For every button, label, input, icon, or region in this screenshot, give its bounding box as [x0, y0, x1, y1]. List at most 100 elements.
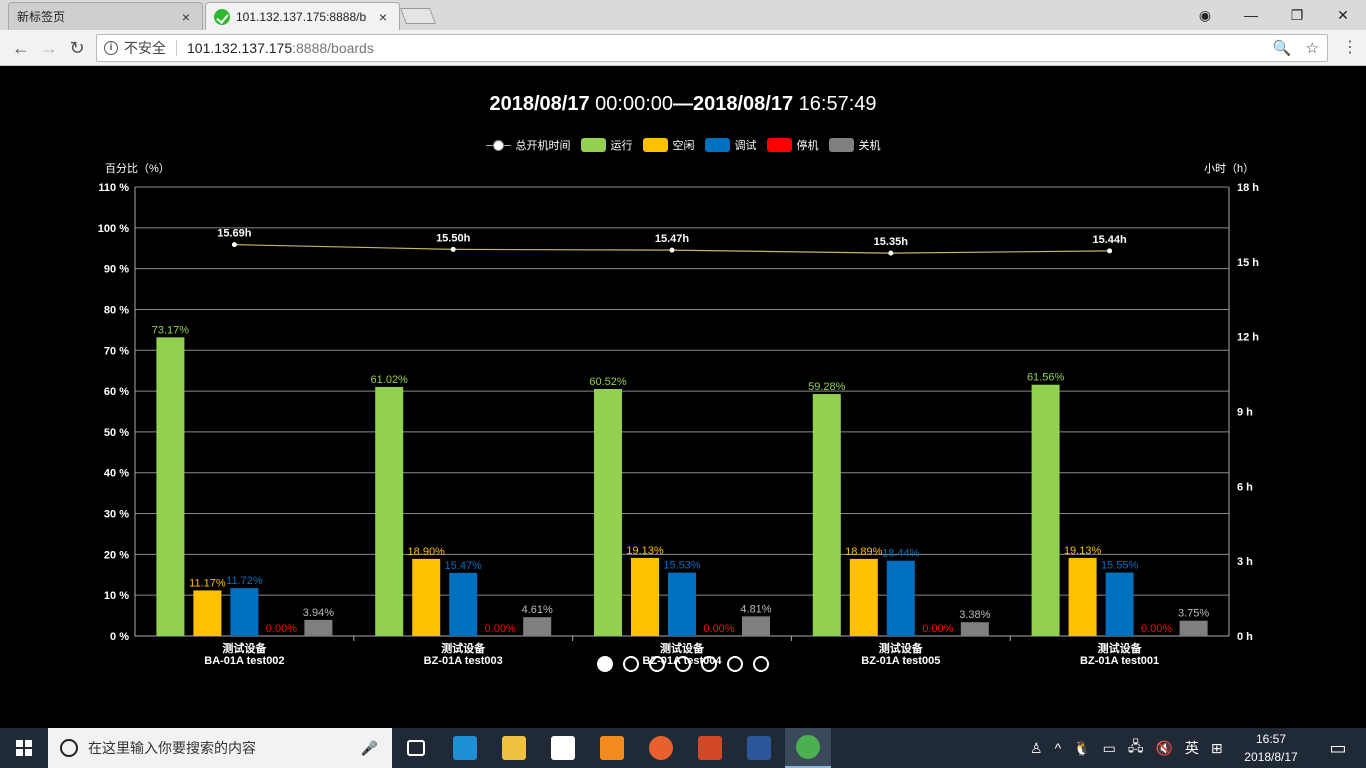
volume-muted-icon[interactable]: 🔇 [1155, 740, 1172, 757]
y-tick-label: 40 % [104, 468, 129, 480]
windows-logo-icon [16, 740, 32, 756]
bar-data-label: 4.61% [522, 604, 553, 616]
action-center-icon[interactable]: ▭ [1318, 728, 1358, 768]
carousel-dot[interactable] [675, 656, 691, 672]
show-hidden-icons-chevron-icon[interactable]: ^ [1055, 740, 1062, 756]
url-path[interactable]: :8888/boards [292, 40, 374, 56]
bar-关机 [960, 622, 989, 636]
line-point [1107, 248, 1113, 254]
new-tab-button[interactable] [400, 8, 436, 24]
bar-调试 [668, 572, 696, 636]
word-icon [747, 736, 771, 760]
taskbar-app-powerpoint[interactable] [687, 728, 733, 768]
tab-new-tab[interactable]: 新标签页 × [8, 2, 203, 30]
forward-button[interactable]: → [38, 37, 60, 59]
battery-icon[interactable]: ▭ [1103, 740, 1116, 757]
taskbar-app-firefox[interactable] [638, 728, 684, 768]
powerpoint-icon [698, 736, 722, 760]
bar-data-label: 18.44% [882, 548, 920, 560]
start-button[interactable] [0, 728, 48, 768]
y-tick-label: 60 % [104, 386, 129, 398]
line-data-label: 15.44h [1092, 234, 1127, 246]
browser-toolbar: ← → ↻ i 不安全 101.132.137.175:8888/boards … [0, 30, 1366, 66]
taskbar-app-chrome[interactable] [785, 728, 831, 768]
restore-button[interactable]: ❐ [1274, 0, 1320, 30]
people-icon[interactable]: ♙ [1030, 740, 1043, 757]
ime-language-indicator[interactable]: 英 [1185, 738, 1199, 758]
y2-tick-label: 6 h [1237, 481, 1253, 493]
chrome-icon [796, 735, 820, 759]
carousel-dot[interactable] [597, 656, 613, 672]
carousel-dot[interactable] [623, 656, 639, 672]
security-label[interactable]: 不安全 [124, 38, 166, 58]
back-button[interactable]: ← [10, 37, 32, 59]
profile-icon[interactable]: ◉ [1182, 0, 1228, 30]
bar-调试 [449, 572, 478, 636]
taskbar-app-outlook[interactable] [589, 728, 635, 768]
cortana-icon [60, 739, 78, 757]
ime-mode-icon[interactable]: ⊞ [1211, 740, 1223, 757]
url-host[interactable]: 101.132.137.175 [187, 40, 292, 56]
carousel-dot[interactable] [701, 656, 717, 672]
search-placeholder: 在这里输入你要搜索的内容 [88, 740, 256, 756]
bar-data-label: 15.55% [1101, 560, 1139, 572]
y2-tick-label: 3 h [1237, 556, 1253, 568]
taskbar-clock[interactable]: 16:57 2018/8/17 [1236, 730, 1306, 766]
y-tick-label: 50 % [104, 427, 129, 439]
firefox-icon [649, 736, 673, 760]
omnibox-actions: 🔍 ☆ [1273, 39, 1319, 57]
bookmark-star-icon[interactable]: ☆ [1306, 39, 1319, 57]
qq-icon[interactable]: 🐧 [1073, 740, 1090, 757]
y-tick-label: 80 % [104, 304, 129, 316]
line-data-label: 15.35h [874, 236, 909, 248]
bar-关机 [742, 616, 770, 636]
y-tick-label: 110 % [98, 182, 129, 194]
microphone-icon[interactable]: 🎤 [361, 740, 378, 757]
bar-data-label: 0.00% [922, 623, 953, 635]
taskbar-app-file-explorer[interactable] [491, 728, 537, 768]
zoom-icon[interactable]: 🔍 [1273, 39, 1292, 57]
carousel-pager [0, 656, 1366, 672]
bar-运行 [156, 337, 185, 636]
carousel-dot[interactable] [727, 656, 743, 672]
taskbar-search[interactable]: 在这里输入你要搜索的内容 🎤 [48, 728, 392, 768]
reload-button[interactable]: ↻ [66, 37, 88, 59]
bar-data-label: 19.13% [626, 545, 664, 557]
bar-data-label: 18.89% [845, 546, 883, 558]
tab-title: 101.132.137.175:8888/b [236, 9, 367, 24]
info-icon[interactable]: i [104, 41, 118, 55]
taskbar-app-edge[interactable] [442, 728, 488, 768]
window-close-button[interactable]: ✕ [1320, 0, 1366, 30]
browser-menu-icon[interactable]: ⋮ [1340, 38, 1360, 58]
bar-空闲 [412, 558, 441, 636]
close-icon[interactable]: × [178, 9, 194, 25]
bar-关机 [304, 619, 333, 636]
y-tick-label: 70 % [104, 345, 129, 357]
line-data-label: 15.47h [655, 233, 690, 245]
tab-boards[interactable]: 101.132.137.175:8888/b × [205, 2, 400, 30]
category-label: 测试设备 [879, 641, 924, 655]
carousel-dot[interactable] [753, 656, 769, 672]
category-label: 测试设备 [660, 641, 705, 655]
category-label: 测试设备 [1098, 641, 1143, 655]
minimize-button[interactable]: — [1228, 0, 1274, 30]
y-tick-label: 30 % [104, 509, 129, 521]
y-axis-title: 百分比（%） [105, 162, 170, 175]
carousel-dot[interactable] [649, 656, 665, 672]
bar-data-label: 0.00% [1141, 623, 1172, 635]
line-point [888, 250, 894, 256]
bar-关机 [1179, 620, 1208, 636]
y-tick-label: 20 % [104, 549, 129, 561]
clock-time: 16:57 [1255, 732, 1287, 746]
network-icon[interactable]: 🖧 [1128, 736, 1144, 760]
address-bar[interactable]: i 不安全 101.132.137.175:8888/boards 🔍 ☆ [96, 34, 1328, 62]
taskbar-app-word[interactable] [736, 728, 782, 768]
tab-title: 新标签页 [17, 10, 66, 24]
close-icon[interactable]: × [375, 9, 391, 25]
bar-空闲 [1068, 557, 1097, 636]
bar-data-label: 61.02% [371, 374, 409, 386]
taskbar-app-task-view[interactable] [393, 728, 439, 768]
bar-空闲 [193, 590, 222, 636]
bar-data-label: 15.53% [663, 560, 701, 572]
taskbar-app-store[interactable] [540, 728, 586, 768]
